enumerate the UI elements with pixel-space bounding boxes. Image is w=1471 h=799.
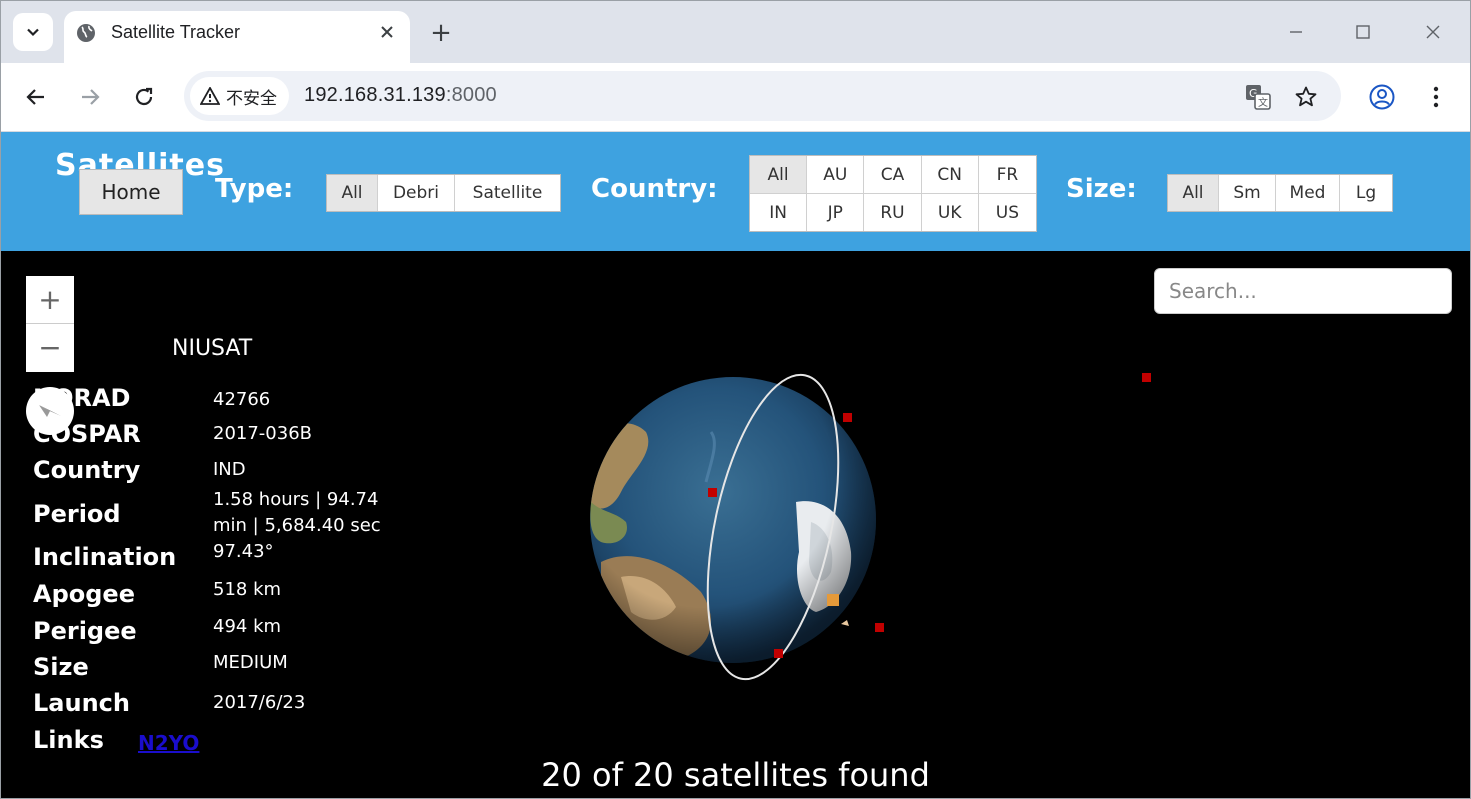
satellite-marker[interactable] [843,413,852,422]
security-label: 不安全 [226,88,277,108]
browser-toolbar: 不安全 192.168.31.139:8000 G文 [1,63,1470,132]
info-value: MEDIUM [213,652,288,673]
bookmark-button[interactable] [1292,83,1320,111]
info-label: Perigee [33,617,137,645]
type-filter-group: All Debri Satellite [326,174,561,212]
minimize-icon [1290,31,1302,33]
country-option-ru[interactable]: RU [864,194,922,231]
type-filter-label: Type: [215,174,294,204]
search-input[interactable] [1154,268,1452,314]
star-icon [1295,86,1317,107]
country-option-in[interactable]: IN [750,194,808,231]
globe-view[interactable] [561,362,921,692]
svg-text:文: 文 [1258,96,1268,109]
close-tab-button[interactable] [374,19,400,45]
tab-title: Satellite Tracker [111,22,241,42]
zoom-control: + − [26,276,74,372]
info-label: COSPAR [33,420,141,448]
satellite-marker[interactable] [875,623,884,632]
country-option-uk[interactable]: UK [922,194,979,231]
reload-button[interactable] [126,79,162,115]
url-host: 192.168.31.139 [304,84,446,106]
type-option-all[interactable]: All [327,175,378,211]
info-label: Size [33,653,89,681]
info-label: Links [33,726,104,754]
account-icon [1369,84,1395,110]
size-option-all[interactable]: All [1168,175,1219,211]
country-option-cn[interactable]: CN [921,156,979,194]
info-label: Launch [33,689,130,717]
info-value: 518 km [213,579,282,600]
browser-tab[interactable]: Satellite Tracker [64,11,410,63]
info-value: IND [213,459,246,480]
minimize-button[interactable] [1276,17,1316,47]
info-label: Country [33,456,141,484]
app-header: Satellites Home Type: All Debri Satellit… [1,132,1470,251]
forward-button[interactable] [72,79,108,115]
info-value: 2017-036B [213,423,313,444]
n2yo-link[interactable]: N2YO [138,731,199,755]
translate-button[interactable]: G文 [1244,83,1272,111]
size-option-med[interactable]: Med [1276,175,1340,211]
security-indicator[interactable]: 不安全 [190,77,289,115]
country-option-ca[interactable]: CA [864,156,922,194]
info-value: 42766 [213,389,271,410]
chevron-down-icon [27,28,39,37]
country-option-au[interactable]: AU [807,156,865,194]
browser-menu-button[interactable] [1421,80,1451,114]
size-filter-group: All Sm Med Lg [1167,174,1393,212]
selected-satellite-marker[interactable] [827,594,839,606]
results-count: 20 of 20 satellites found [541,756,930,794]
home-button[interactable]: Home [79,169,183,215]
profile-button[interactable] [1365,80,1399,114]
satellite-marker[interactable] [708,488,717,497]
country-filter-group: All AU CA CN FR IN JP RU UK US [749,155,1037,232]
size-option-lg[interactable]: Lg [1340,175,1392,211]
info-value: 1.58 hours | 94.74 min | 5,684.40 sec [213,489,381,536]
more-vert-icon [1433,86,1439,108]
info-label: Apogee [33,580,135,608]
maximize-icon [1356,25,1370,39]
info-label: Period [33,500,121,528]
tab-search-button[interactable] [13,13,53,51]
country-option-us[interactable]: US [979,194,1036,231]
type-option-debri[interactable]: Debri [378,175,455,211]
size-option-sm[interactable]: Sm [1219,175,1276,211]
page-content: Satellites Home Type: All Debri Satellit… [1,132,1470,798]
country-filter-label: Country: [591,174,718,204]
info-value: 97.43° [213,541,274,562]
type-option-satellite[interactable]: Satellite [455,175,560,211]
size-filter-label: Size: [1066,174,1137,204]
satellite-marker[interactable] [774,649,783,658]
warning-icon [200,87,220,105]
satellite-marker[interactable] [1142,373,1151,382]
maximize-button[interactable] [1343,17,1383,47]
browser-window: Satellite Tracker + 不安全 192.168.31.139:8… [0,0,1471,799]
globe-icon [77,24,95,42]
address-bar[interactable]: 不安全 192.168.31.139:8000 G文 [184,71,1341,121]
close-icon [381,26,393,38]
new-tab-button[interactable]: + [426,18,456,48]
reload-icon [135,87,153,106]
zoom-out-button[interactable]: − [26,323,74,371]
info-label: Inclination [33,543,177,571]
close-window-button[interactable] [1413,17,1453,47]
country-option-fr[interactable]: FR [978,156,1036,194]
arrow-left-icon [26,89,44,105]
url-text: 192.168.31.139:8000 [304,84,497,107]
arrow-right-icon [82,89,100,105]
back-button[interactable] [18,79,54,115]
satellite-name: NIUSAT [172,336,253,361]
close-icon [1426,25,1440,39]
earth-globe [590,373,876,681]
info-value: 2017/6/23 [213,692,306,713]
info-value: 494 km [213,616,282,637]
country-option-jp[interactable]: JP [807,194,865,231]
tab-strip: Satellite Tracker + [1,1,1470,63]
zoom-in-button[interactable]: + [26,276,74,323]
translate-icon: G文 [1246,85,1271,110]
info-label: NORAD [33,384,131,412]
country-option-all[interactable]: All [750,156,808,194]
url-port: :8000 [445,84,497,106]
